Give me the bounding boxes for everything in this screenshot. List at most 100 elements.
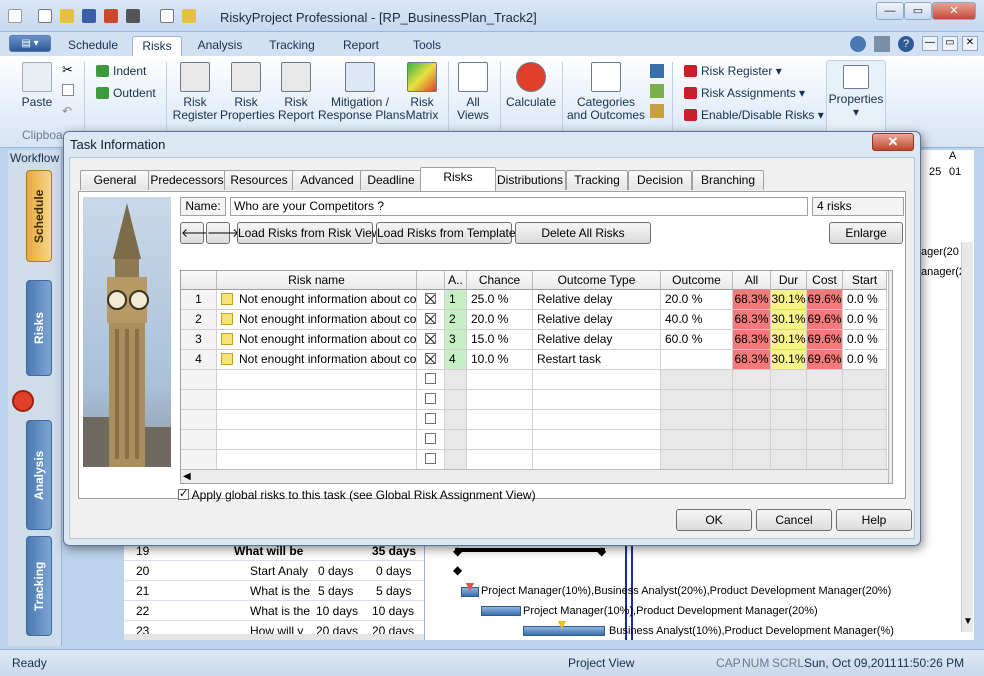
- delete-all-risks-button[interactable]: Delete All Risks: [515, 222, 651, 244]
- doc-restore-button[interactable]: ▭: [942, 36, 958, 51]
- row-number[interactable]: [181, 390, 217, 410]
- start-cell[interactable]: [843, 370, 887, 390]
- column-header[interactable]: All: [733, 271, 771, 290]
- mitigation-button[interactable]: Mitigation / Response Plans: [318, 62, 405, 122]
- outcome-cell[interactable]: [661, 370, 733, 390]
- cost-cell[interactable]: 69.6%: [807, 330, 843, 350]
- outcome-cell[interactable]: [661, 410, 733, 430]
- doc-close-button[interactable]: ✕: [962, 36, 978, 51]
- dur-cell[interactable]: [771, 390, 807, 410]
- scroll-down-icon[interactable]: ▼: [963, 616, 973, 627]
- dialog-tab-branching[interactable]: Branching: [692, 170, 764, 190]
- nav-tab-analysis[interactable]: Analysis: [26, 420, 52, 530]
- column-header[interactable]: [181, 271, 217, 290]
- a-cell[interactable]: 3: [445, 330, 467, 350]
- column-header[interactable]: A..: [445, 271, 467, 290]
- print-icon[interactable]: [126, 9, 140, 23]
- outcome-cell[interactable]: 40.0 %: [661, 310, 733, 330]
- all-views-button[interactable]: All Views: [452, 62, 494, 122]
- all-cell[interactable]: [733, 410, 771, 430]
- start-cell[interactable]: 0.0 %: [843, 290, 887, 310]
- cancel-button[interactable]: Cancel: [756, 509, 832, 531]
- outcome-type-cell[interactable]: [533, 390, 661, 410]
- risk-name-cell[interactable]: [217, 450, 417, 470]
- outcome-cell[interactable]: [661, 450, 733, 470]
- a-cell[interactable]: [445, 370, 467, 390]
- enabled-checkbox[interactable]: [417, 390, 445, 410]
- row-number[interactable]: [181, 450, 217, 470]
- dur-cell[interactable]: [771, 370, 807, 390]
- summary-bar[interactable]: [455, 548, 605, 552]
- risk-name-cell[interactable]: Not enought information about comp: [217, 330, 417, 350]
- chart-icon[interactable]: [650, 64, 664, 78]
- all-cell[interactable]: 68.3%: [733, 350, 771, 370]
- risk-name-cell[interactable]: [217, 390, 417, 410]
- column-header[interactable]: Risk name: [217, 271, 417, 290]
- column-header[interactable]: Chance: [467, 271, 533, 290]
- all-cell[interactable]: [733, 370, 771, 390]
- outcome-type-cell[interactable]: [533, 450, 661, 470]
- table-row[interactable]: 21 What is the 5 days 5 days: [124, 581, 424, 601]
- chance-cell[interactable]: [467, 390, 533, 410]
- a-cell[interactable]: 4: [445, 350, 467, 370]
- dialog-tab-advanced[interactable]: Advanced: [292, 170, 362, 190]
- start-cell[interactable]: 0.0 %: [843, 330, 887, 350]
- start-cell[interactable]: 0.0 %: [843, 350, 887, 370]
- outdent-button[interactable]: Outdent: [96, 86, 156, 100]
- cost-cell[interactable]: [807, 410, 843, 430]
- cost-cell[interactable]: [807, 430, 843, 450]
- outcome-type-cell[interactable]: Relative delay: [533, 310, 661, 330]
- gantt-bar[interactable]: [481, 606, 521, 616]
- minimize-button[interactable]: —: [876, 2, 904, 20]
- dialog-tab-risks[interactable]: Risks: [420, 167, 496, 191]
- a-cell[interactable]: 1: [445, 290, 467, 310]
- dialog-close-button[interactable]: ✕: [872, 133, 914, 151]
- column-header[interactable]: [417, 271, 445, 290]
- start-cell[interactable]: [843, 390, 887, 410]
- tab-tracking[interactable]: Tracking: [262, 36, 322, 56]
- enabled-checkbox[interactable]: [417, 330, 445, 350]
- help-button[interactable]: Help: [836, 509, 912, 531]
- grid-horizontal-scrollbar[interactable]: ◀: [181, 469, 888, 483]
- row-number[interactable]: 4: [181, 350, 217, 370]
- all-cell[interactable]: [733, 390, 771, 410]
- grid-horizontal-scrollbar[interactable]: [124, 634, 424, 640]
- grid-vertical-scrollbar[interactable]: [888, 271, 892, 483]
- column-header[interactable]: Dur: [771, 271, 807, 290]
- forward-button[interactable]: 🡒: [206, 222, 239, 244]
- enabled-checkbox[interactable]: [417, 450, 445, 470]
- cost-cell[interactable]: 69.6%: [807, 290, 843, 310]
- outcome-type-cell[interactable]: Relative delay: [533, 290, 661, 310]
- enabled-checkbox[interactable]: [417, 430, 445, 450]
- dialog-tab-decision[interactable]: Decision: [628, 170, 692, 190]
- load-risks-from-view-button[interactable]: Load Risks from Risk View: [237, 222, 381, 244]
- dialog-tab-predecessors[interactable]: Predecessors: [148, 170, 226, 190]
- outcome-type-cell[interactable]: [533, 370, 661, 390]
- nav-tab-tracking[interactable]: Tracking: [26, 536, 52, 636]
- all-cell[interactable]: 68.3%: [733, 310, 771, 330]
- outcome-cell[interactable]: [661, 350, 733, 370]
- enable-disable-risks-menu[interactable]: Enable/Disable Risks ▾: [684, 108, 824, 122]
- help-icon[interactable]: ?: [898, 36, 914, 52]
- dur-cell[interactable]: 30.1%: [771, 350, 807, 370]
- dialog-tab-deadline[interactable]: Deadline: [360, 170, 422, 190]
- dialog-tab-distributions[interactable]: Distributions: [494, 170, 566, 190]
- row-number[interactable]: 2: [181, 310, 217, 330]
- tab-report[interactable]: Report: [334, 36, 388, 56]
- grid-icon[interactable]: [650, 84, 664, 98]
- outcome-cell[interactable]: 20.0 %: [661, 290, 733, 310]
- ok-button[interactable]: OK: [676, 509, 752, 531]
- folder-icon[interactable]: [182, 9, 196, 23]
- start-cell[interactable]: [843, 410, 887, 430]
- chance-cell[interactable]: 25.0 %: [467, 290, 533, 310]
- settings-icon[interactable]: [874, 36, 890, 52]
- chance-cell[interactable]: [467, 410, 533, 430]
- doc-minimize-button[interactable]: —: [922, 36, 938, 51]
- maximize-button[interactable]: ▭: [904, 2, 932, 20]
- enabled-checkbox[interactable]: [417, 370, 445, 390]
- apply-global-risks-checkbox[interactable]: Apply global risks to this task (see Glo…: [178, 487, 536, 502]
- dur-cell[interactable]: [771, 410, 807, 430]
- dialog-tab-tracking[interactable]: Tracking: [566, 170, 628, 190]
- a-cell[interactable]: [445, 430, 467, 450]
- risk-register-button[interactable]: Risk Register: [172, 62, 218, 122]
